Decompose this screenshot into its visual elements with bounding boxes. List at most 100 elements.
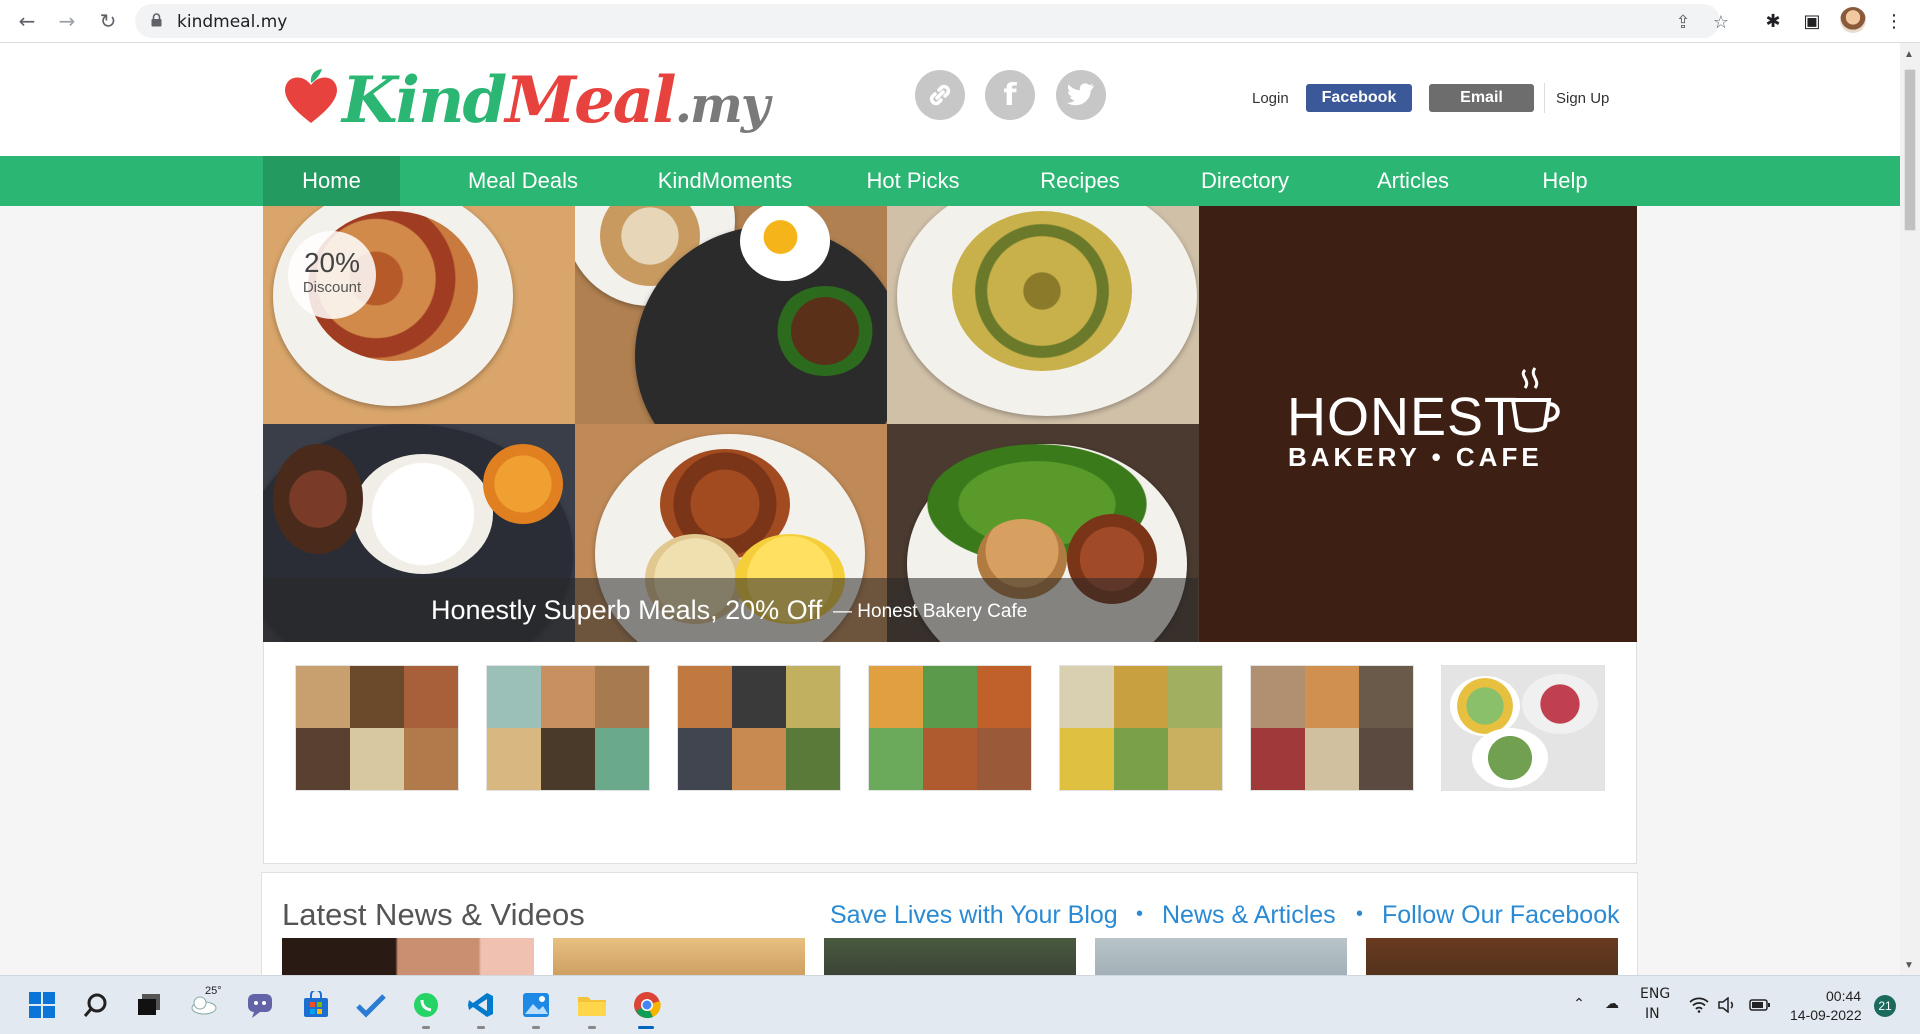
onedrive-cloud-icon[interactable]: ☁ bbox=[1600, 993, 1624, 1015]
deal-thumbnails bbox=[263, 642, 1637, 864]
twitter-icon[interactable] bbox=[1056, 70, 1106, 120]
weather-temperature: 25° bbox=[205, 985, 222, 997]
browser-toolbar: ← → ↻ kindmeal.my ⇪ ☆ ✱ ▣ ⋮ bbox=[0, 0, 1920, 43]
photos-icon[interactable] bbox=[520, 989, 552, 1021]
nav-item-home[interactable]: Home bbox=[263, 156, 400, 206]
scrollbar-thumb[interactable] bbox=[1904, 69, 1916, 231]
region-indicator[interactable]: IN bbox=[1645, 1006, 1660, 1022]
active-app-indicator bbox=[638, 1026, 654, 1029]
scroll-down-icon[interactable]: ▼ bbox=[1904, 960, 1914, 971]
wifi-icon[interactable] bbox=[1688, 994, 1710, 1016]
auth-divider bbox=[1544, 83, 1545, 113]
chevron-up-icon[interactable]: ⌃ bbox=[1568, 993, 1590, 1015]
news-link-articles[interactable]: News & Articles bbox=[1162, 901, 1336, 930]
url-text: kindmeal.my bbox=[177, 12, 288, 32]
site-header: KindMeal.my f Login Facebook Email Sign … bbox=[0, 43, 1900, 156]
file-explorer-icon[interactable] bbox=[576, 989, 608, 1021]
side-panel-icon[interactable]: ▣ bbox=[1797, 6, 1827, 36]
volume-icon[interactable] bbox=[1716, 994, 1738, 1016]
nav-item-recipes[interactable]: Recipes bbox=[1020, 156, 1140, 206]
reload-button[interactable]: ↻ bbox=[93, 6, 123, 36]
arrow-left-icon: ← bbox=[18, 9, 36, 33]
news-link-facebook[interactable]: Follow Our Facebook bbox=[1382, 901, 1620, 930]
email-login-button[interactable]: Email bbox=[1429, 84, 1534, 112]
os-taskbar: 25° ⌃ ☁ ENG IN 00:44 14-09-2022 21 bbox=[0, 975, 1920, 1034]
news-thumbnail[interactable] bbox=[824, 938, 1076, 975]
deal-thumbnail[interactable] bbox=[868, 665, 1032, 791]
news-thumbnail[interactable] bbox=[553, 938, 805, 975]
main-nav: Home Meal Deals KindMoments Hot Picks Re… bbox=[0, 156, 1900, 206]
deal-thumbnail[interactable] bbox=[1059, 665, 1223, 791]
logo-kind-text: Kind bbox=[342, 63, 507, 138]
extensions-icon[interactable]: ✱ bbox=[1758, 6, 1788, 36]
running-indicator bbox=[588, 1026, 596, 1029]
clock-date[interactable]: 14-09-2022 bbox=[1790, 1007, 1862, 1023]
kindmeal-logo[interactable]: KindMeal.my bbox=[280, 55, 770, 145]
star-icon[interactable]: ☆ bbox=[1710, 11, 1732, 33]
address-bar[interactable]: kindmeal.my ⇪ ☆ bbox=[135, 4, 1729, 38]
merchant-brand-tagline: BAKERY • CAFE bbox=[1288, 442, 1543, 472]
hero-caption[interactable]: Honestly Superb Meals, 20% Off — Honest … bbox=[263, 578, 1198, 642]
news-section-title: Latest News & Videos bbox=[282, 897, 585, 932]
search-icon[interactable] bbox=[80, 989, 112, 1021]
login-link[interactable]: Login bbox=[1252, 90, 1289, 107]
nav-item-hot-picks[interactable]: Hot Picks bbox=[850, 156, 976, 206]
news-thumbnail[interactable] bbox=[1095, 938, 1347, 975]
nav-item-help[interactable]: Help bbox=[1510, 156, 1620, 206]
share-icon[interactable]: ⇪ bbox=[1672, 11, 1694, 33]
facebook-icon[interactable]: f bbox=[985, 70, 1035, 120]
profile-avatar[interactable] bbox=[1840, 7, 1866, 33]
deal-thumbnail[interactable] bbox=[677, 665, 841, 791]
logo-suffix-text: .my bbox=[674, 75, 770, 134]
chrome-icon[interactable] bbox=[631, 989, 663, 1021]
heart-apple-icon bbox=[285, 69, 337, 123]
hero-banner[interactable]: 20% Discount Honestly Superb Meals, 20% … bbox=[263, 206, 1637, 642]
deal-thumbnail[interactable] bbox=[1441, 665, 1605, 791]
page-scrollbar[interactable]: ▲ ▼ bbox=[1900, 43, 1920, 975]
hero-caption-merchant: — Honest Bakery Cafe bbox=[833, 601, 1028, 622]
coffee-cup-icon bbox=[1510, 367, 1560, 433]
store-icon[interactable] bbox=[300, 989, 332, 1021]
discount-badge: 20% Discount bbox=[288, 231, 376, 319]
nav-item-articles[interactable]: Articles bbox=[1355, 156, 1471, 206]
signup-link[interactable]: Sign Up bbox=[1556, 90, 1609, 107]
battery-icon[interactable] bbox=[1748, 994, 1772, 1016]
running-indicator bbox=[422, 1026, 430, 1029]
forward-button[interactable]: → bbox=[52, 6, 82, 36]
news-link-separator: • bbox=[1356, 903, 1364, 925]
task-view-icon[interactable] bbox=[133, 989, 165, 1021]
deal-thumbnail[interactable] bbox=[486, 665, 650, 791]
reload-icon: ↻ bbox=[99, 9, 117, 33]
deal-thumbnail[interactable] bbox=[295, 665, 459, 791]
facebook-login-button[interactable]: Facebook bbox=[1306, 84, 1412, 112]
merchant-logo-panel: HONEST BAKERY • CAFE bbox=[1199, 206, 1637, 642]
arrow-right-icon: → bbox=[58, 9, 76, 33]
back-button[interactable]: ← bbox=[12, 6, 42, 36]
whatsapp-icon[interactable] bbox=[410, 989, 442, 1021]
discount-label: Discount bbox=[302, 279, 362, 296]
food-photo-spaghetti bbox=[887, 206, 1199, 424]
lock-icon bbox=[151, 13, 162, 27]
deal-thumbnail[interactable] bbox=[1250, 665, 1414, 791]
scroll-up-icon[interactable]: ▲ bbox=[1904, 49, 1914, 60]
nav-item-meal-deals[interactable]: Meal Deals bbox=[440, 156, 606, 206]
chat-icon[interactable] bbox=[244, 989, 276, 1021]
todo-icon[interactable] bbox=[355, 989, 387, 1021]
menu-kebab-icon[interactable]: ⋮ bbox=[1879, 6, 1909, 36]
news-link-separator: • bbox=[1136, 903, 1144, 925]
nav-item-directory[interactable]: Directory bbox=[1185, 156, 1305, 206]
food-photo-curry bbox=[575, 206, 887, 424]
hero-caption-title: Honestly Superb Meals, 20% Off bbox=[431, 595, 823, 625]
nav-item-kindmoments[interactable]: KindMoments bbox=[640, 156, 810, 206]
vscode-icon[interactable] bbox=[465, 989, 497, 1021]
notification-badge[interactable]: 21 bbox=[1874, 995, 1896, 1017]
merchant-brand-name: HONEST bbox=[1287, 387, 1519, 447]
clock-time[interactable]: 00:44 bbox=[1826, 988, 1861, 1004]
link-icon[interactable] bbox=[915, 70, 965, 120]
news-thumbnail[interactable] bbox=[282, 938, 534, 975]
windows-start-icon[interactable] bbox=[26, 989, 58, 1021]
logo-meal-text: Meal bbox=[505, 63, 676, 138]
news-link-save-lives[interactable]: Save Lives with Your Blog bbox=[830, 901, 1118, 930]
news-thumbnail[interactable] bbox=[1366, 938, 1618, 975]
language-indicator[interactable]: ENG bbox=[1640, 986, 1670, 1002]
